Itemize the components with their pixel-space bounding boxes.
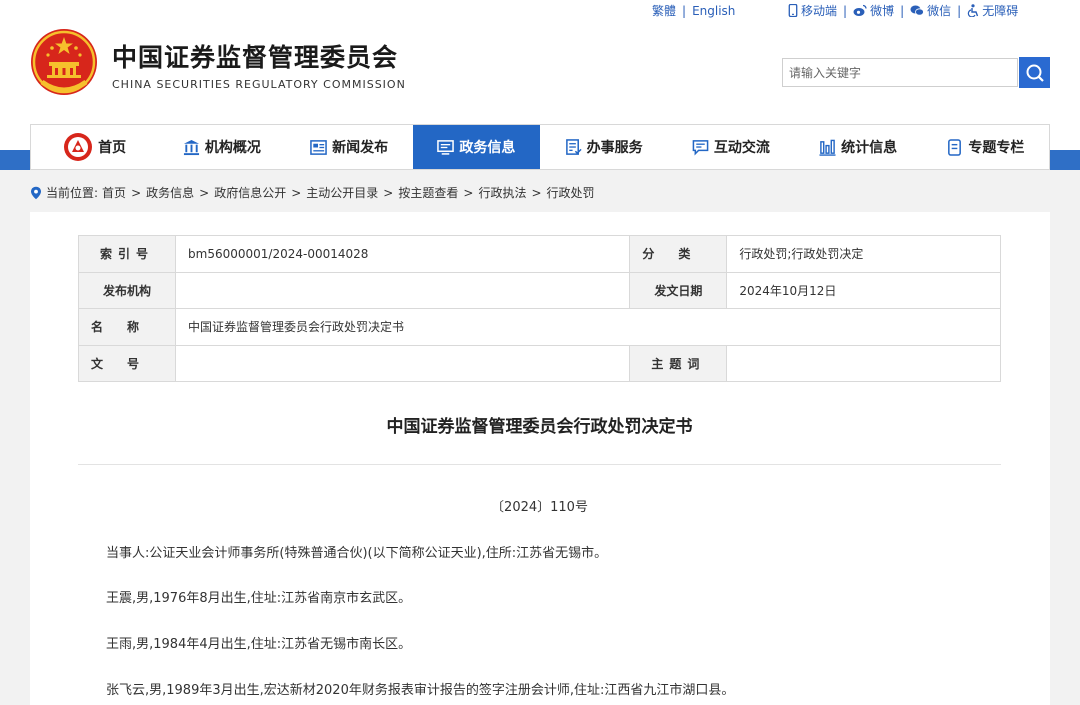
search-button[interactable] <box>1019 57 1050 88</box>
nav-label: 办事服务 <box>586 140 643 156</box>
table-row: 发布机构 发文日期 2024年10月12日 <box>77 271 1001 309</box>
breadcrumb-home[interactable]: 首页 <box>102 184 126 201</box>
separator: | <box>843 4 848 18</box>
search-icon <box>1026 64 1044 82</box>
table-row: 名称 中国证券监督管理委员会行政处罚决定书 <box>77 308 1001 346</box>
document-metadata-table: 索引号 bm56000001/2024-00014028 分类 行政处罚;行政处… <box>77 235 1001 382</box>
document-title: 中国证券监督管理委员会行政处罚决定书 <box>386 417 693 437</box>
mobile-link[interactable]: 移动端 <box>801 4 837 18</box>
nav-label: 新闻发布 <box>332 140 389 156</box>
keywords-label: 主题词 <box>629 344 728 382</box>
accessibility-icon <box>967 4 979 17</box>
wechat-link[interactable]: 微信 <box>927 4 951 18</box>
breadcrumb-separator: > <box>131 185 142 200</box>
breadcrumb-penalty[interactable]: 行政处罚 <box>547 184 595 201</box>
nav-label: 统计信息 <box>841 140 898 156</box>
weibo-link[interactable]: 微博 <box>870 4 894 18</box>
csrc-logo-icon <box>64 133 93 161</box>
nav-organization[interactable]: 机构概况 <box>158 125 285 169</box>
traditional-chinese-link[interactable]: 繁體 <box>652 4 676 18</box>
site-subtitle: CHINA SECURITIES REGULATORY COMMISSION <box>112 78 406 91</box>
monitor-icon <box>437 139 455 155</box>
breadcrumb-government-info[interactable]: 政务信息 <box>146 184 194 201</box>
nav-interaction[interactable]: 互动交流 <box>667 125 794 169</box>
accessibility-link[interactable]: 无障碍 <box>982 4 1018 18</box>
checklist-icon <box>565 138 582 155</box>
breadcrumb-by-topic[interactable]: 按主题查看 <box>398 184 458 201</box>
name-value: 中国证券监督管理委员会行政处罚决定书 <box>175 308 1001 346</box>
nav-label: 机构概况 <box>204 140 261 156</box>
weibo-icon <box>853 4 867 16</box>
table-row: 索引号 bm56000001/2024-00014028 分类 行政处罚;行政处… <box>77 235 1001 273</box>
document-number-value <box>175 344 631 382</box>
nav-services[interactable]: 办事服务 <box>540 125 667 169</box>
separator: | <box>957 4 962 18</box>
paragraph: 当事人:公证天业会计师事务所(特殊普通合伙)(以下简称公证天业),住所:江苏省无… <box>106 546 608 561</box>
language-bar: 繁體 | English <box>652 2 735 19</box>
index-number-value: bm56000001/2024-00014028 <box>175 235 631 273</box>
nav-label: 首页 <box>98 140 127 156</box>
breadcrumb-separator: > <box>383 185 394 200</box>
wechat-icon <box>910 5 925 16</box>
chat-icon <box>692 139 709 155</box>
breadcrumb-separator: > <box>291 185 302 200</box>
breadcrumb-separator: > <box>199 185 210 200</box>
nav-home[interactable]: 首页 <box>31 125 158 169</box>
separator: | <box>900 4 905 18</box>
nav-label: 专题专栏 <box>968 140 1025 156</box>
title-divider <box>78 464 1001 465</box>
publisher-value <box>175 271 631 309</box>
news-icon <box>310 139 327 155</box>
breadcrumb-separator: > <box>531 185 542 200</box>
search-input[interactable] <box>782 58 1018 87</box>
institution-icon <box>183 139 199 155</box>
paragraph: 王雨,男,1984年4月出生,住址:江苏省无锡市南长区。 <box>106 637 412 652</box>
breadcrumb-separator: > <box>463 185 474 200</box>
breadcrumb-prefix: 当前位置: <box>46 186 99 200</box>
english-link[interactable]: English <box>692 4 735 18</box>
mobile-icon <box>788 4 798 17</box>
nav-label: 互动交流 <box>713 140 770 156</box>
main-nav: 首页 机构概况 新闻发布 政务信息 办事服务 互动交流 统计信息 专题专栏 <box>30 124 1050 170</box>
category-value: 行政处罚;行政处罚决定 <box>726 235 1001 273</box>
issue-date-value: 2024年10月12日 <box>726 271 1001 309</box>
publisher-label: 发布机构 <box>77 271 177 309</box>
breadcrumb: 当前位置: 首页 > 政务信息 > 政府信息公开 > 主动公开目录 > 按主题查… <box>30 184 595 201</box>
nav-government-info[interactable]: 政务信息 <box>412 125 540 169</box>
category-label: 分类 <box>629 235 728 273</box>
separator: | <box>682 4 687 18</box>
nav-special-topics[interactable]: 专题专栏 <box>922 125 1049 169</box>
name-label: 名称 <box>77 308 177 346</box>
breadcrumb-enforcement[interactable]: 行政执法 <box>478 184 526 201</box>
breadcrumb-info-disclosure[interactable]: 政府信息公开 <box>214 184 286 201</box>
nav-news[interactable]: 新闻发布 <box>286 125 413 169</box>
breadcrumb-disclosure-catalog[interactable]: 主动公开目录 <box>306 184 378 201</box>
table-row: 文号 主题词 <box>77 344 1001 382</box>
document-number: 〔2024〕110号 <box>491 500 588 515</box>
national-emblem-icon[interactable] <box>30 28 98 100</box>
paragraph: 王震,男,1976年8月出生,住址:江苏省南京市玄武区。 <box>106 591 412 606</box>
index-number-label: 索引号 <box>77 235 177 273</box>
paragraph: 张飞云,男,1989年3月出生,宏达新材2020年财务报表审计报告的签字注册会计… <box>106 683 735 698</box>
nav-statistics[interactable]: 统计信息 <box>795 125 922 169</box>
bar-chart-icon <box>819 139 836 156</box>
site-title[interactable]: 中国证券监督管理委员会 <box>112 38 398 74</box>
document-number-label: 文号 <box>77 344 177 382</box>
keywords-value <box>726 344 1001 382</box>
issue-date-label: 发文日期 <box>629 271 728 309</box>
nav-label: 政务信息 <box>459 140 516 156</box>
document-icon <box>948 138 962 156</box>
location-pin-icon <box>31 186 41 199</box>
service-links: 移动端 | 微博 | 微信 | 无障碍 <box>788 2 1018 19</box>
